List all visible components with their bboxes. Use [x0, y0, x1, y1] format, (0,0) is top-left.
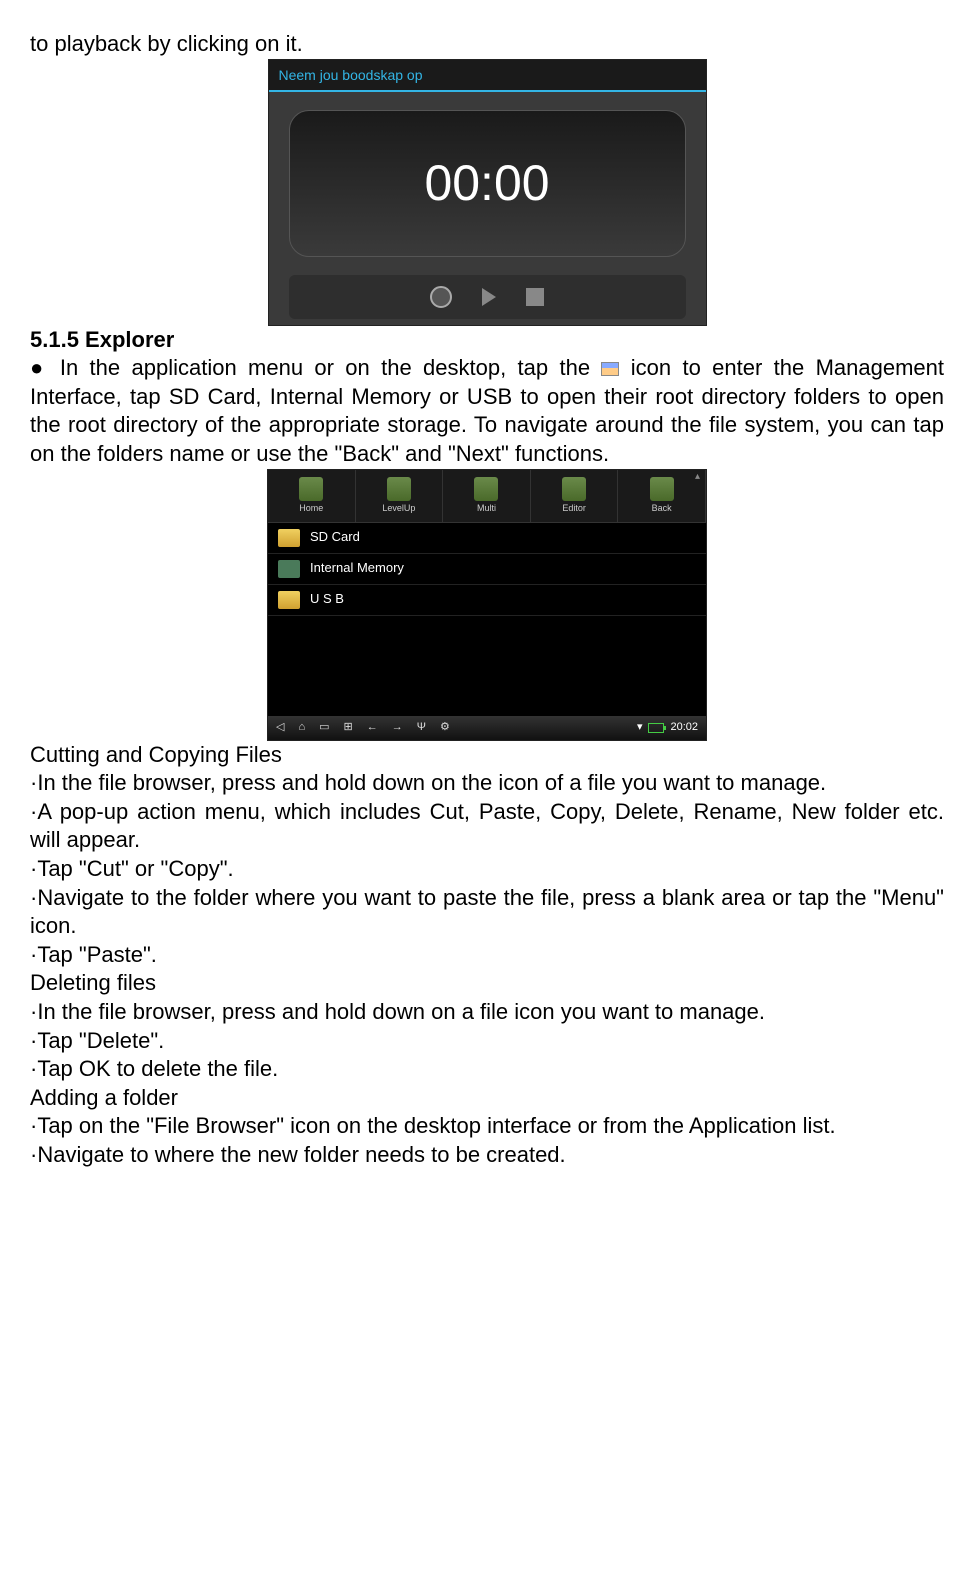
explorer-list: SD Card Internal Memory U S B [268, 523, 706, 616]
add-step-1: ·Tap on the "File Browser" icon on the d… [30, 1112, 944, 1141]
nav-icons: ◁ ⌂ ▭ ⊞ ← → Ψ ⚙ [276, 720, 450, 734]
explorer-paragraph: ● In the application menu or on the desk… [30, 354, 944, 468]
folder-icon [278, 591, 300, 609]
stop-icon [526, 288, 544, 306]
row-sdcard-label: SD Card [310, 529, 360, 546]
row-internal-label: Internal Memory [310, 560, 404, 577]
cut-step-3: ·Tap "Cut" or "Copy". [30, 855, 944, 884]
list-item: SD Card [268, 523, 706, 554]
toolbar-levelup-label: LevelUp [382, 503, 415, 515]
nav-apps-icon: ⊞ [344, 720, 353, 734]
toolbar-multi-label: Multi [477, 503, 496, 515]
toolbar-levelup: LevelUp [356, 470, 444, 522]
del-heading: Deleting files [30, 969, 944, 998]
intro-line: to playback by clicking on it. [30, 30, 944, 59]
nav-status: ▾ 20:02 [637, 720, 698, 734]
folder-icon [278, 529, 300, 547]
toolbar-back: Back [618, 470, 706, 522]
explorer-para-before: ● In the application menu or on the desk… [30, 355, 601, 380]
status-time: 20:02 [670, 720, 698, 734]
recorder-screenshot: Neem jou boodskap op 00:00 [268, 59, 707, 326]
back-icon [650, 477, 674, 501]
cut-step-4: ·Navigate to the folder where you want t… [30, 884, 944, 941]
nav-back-icon: ◁ [276, 720, 284, 734]
del-step-2: ·Tap "Delete". [30, 1027, 944, 1056]
add-step-2: ·Navigate to where the new folder needs … [30, 1141, 944, 1170]
nav-home-icon: ⌂ [298, 720, 305, 734]
explorer-navbar: ◁ ⌂ ▭ ⊞ ← → Ψ ⚙ ▾ 20:02 [268, 716, 706, 740]
toolbar-home-label: Home [299, 503, 323, 515]
cut-heading: Cutting and Copying Files [30, 741, 944, 770]
nav-usb-icon: Ψ [417, 720, 426, 734]
wifi-icon: ▾ [637, 720, 643, 734]
nav-settings-icon: ⚙ [440, 720, 450, 734]
nav-right-arrow-icon: → [392, 720, 403, 734]
explorer-screenshot: ▴ Home LevelUp Multi Editor Back SD Card… [267, 469, 707, 741]
battery-icon [648, 723, 664, 733]
toolbar-editor: Editor [531, 470, 619, 522]
cut-step-1: ·In the file browser, press and hold dow… [30, 769, 944, 798]
editor-icon [562, 477, 586, 501]
recorder-time-display: 00:00 [289, 110, 686, 257]
memory-icon [278, 560, 300, 578]
explorer-toolbar: Home LevelUp Multi Editor Back [268, 470, 706, 523]
explorer-app-icon [601, 362, 619, 376]
list-item: U S B [268, 585, 706, 616]
home-icon [299, 477, 323, 501]
toolbar-editor-label: Editor [562, 503, 586, 515]
signal-icon: ▴ [695, 470, 700, 483]
levelup-icon [387, 477, 411, 501]
multi-icon [474, 477, 498, 501]
record-icon [430, 286, 452, 308]
list-item: Internal Memory [268, 554, 706, 585]
cut-step-5: ·Tap "Paste". [30, 941, 944, 970]
nav-recent-icon: ▭ [319, 720, 329, 734]
del-step-3: ·Tap OK to delete the file. [30, 1055, 944, 1084]
cut-step-2: ·A pop-up action menu, which includes Cu… [30, 798, 944, 855]
nav-left-arrow-icon: ← [367, 720, 378, 734]
row-usb-label: U S B [310, 591, 344, 608]
section-heading: 5.1.5 Explorer [30, 326, 944, 355]
recorder-controls [289, 275, 686, 319]
play-icon [482, 288, 496, 306]
toolbar-back-label: Back [652, 503, 672, 515]
toolbar-multi: Multi [443, 470, 531, 522]
add-heading: Adding a folder [30, 1084, 944, 1113]
recorder-header: Neem jou boodskap op [269, 60, 706, 92]
toolbar-home: Home [268, 470, 356, 522]
del-step-1: ·In the file browser, press and hold dow… [30, 998, 944, 1027]
